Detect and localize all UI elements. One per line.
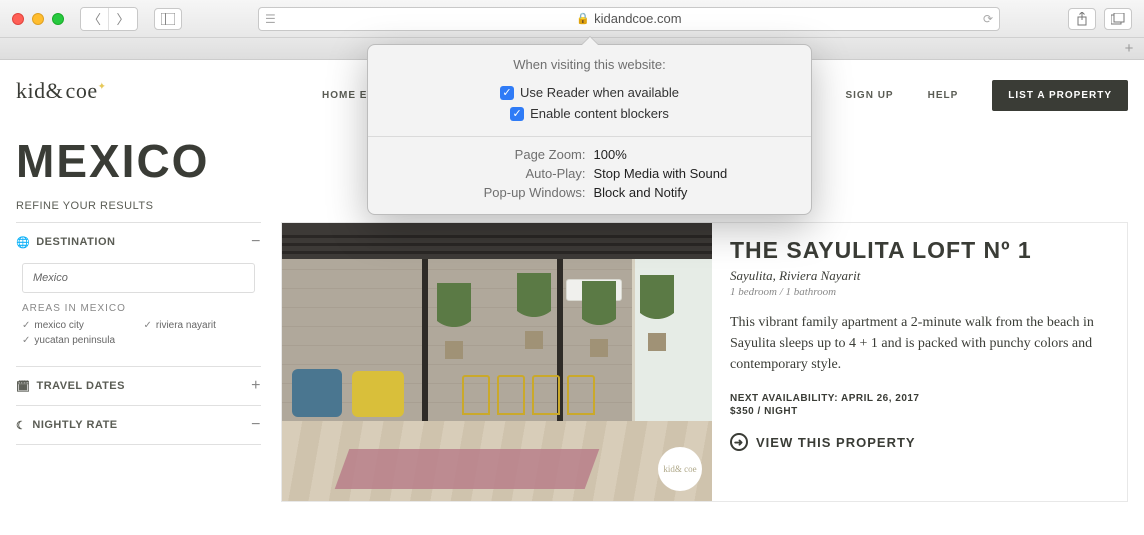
areas-label: AREAS IN MEXICO [22,303,261,314]
lock-icon: 🔒 [576,12,590,25]
autoplay-value[interactable]: Stop Media with Sound [594,166,792,181]
reader-checkbox-row[interactable]: ✓ Use Reader when available [368,82,811,103]
collapse-icon[interactable]: − [251,233,261,251]
toolbar-right [1068,8,1132,30]
sidebar-icon [161,13,175,25]
refine-label: REFINE YOUR RESULTS [16,200,153,212]
popup-label: Pop-up Windows: [388,185,586,200]
property-body: THE SAYULITA LOFT Nº 1 Sayulita, Riviera… [712,223,1127,501]
property-location: Sayulita, Riviera Nayarit [730,268,1109,284]
area-checkbox[interactable]: ✓yucatan peninsula [22,335,134,346]
blockers-checkbox-label: Enable content blockers [530,106,669,121]
website-settings-popover: When visiting this website: ✓ Use Reader… [367,44,812,215]
globe-icon: 🌐 [16,236,30,249]
property-title: THE SAYULITA LOFT Nº 1 [730,237,1109,264]
share-icon [1076,12,1088,26]
address-bar[interactable]: ☰ 🔒 kidandcoe.com ⟳ [258,7,1000,31]
arrow-circle-icon: ➜ [730,433,748,451]
forward-button[interactable]: 〉 [109,8,137,30]
sidebar-toggle-button[interactable] [154,8,182,30]
filter-travel-dates-header[interactable]: 🗓 TRAVEL DATES + [16,377,261,395]
filter-travel-dates: 🗓 TRAVEL DATES + [16,366,261,405]
close-window-button[interactable] [12,13,24,25]
url-text: kidandcoe.com [594,11,681,26]
property-description: This vibrant family apartment a 2-minute… [730,312,1109,375]
popup-value[interactable]: Block and Notify [594,185,792,200]
moon-icon: ☾ [16,419,26,432]
zoom-label: Page Zoom: [388,147,586,162]
autoplay-label: Auto-Play: [388,166,586,181]
checkbox-checked-icon[interactable]: ✓ [500,86,514,100]
tabs-button[interactable] [1104,8,1132,30]
popover-settings-grid: Page Zoom: 100% Auto-Play: Stop Media wi… [368,137,811,214]
filter-destination: 🌐 DESTINATION − Mexico AREAS IN MEXICO ✓… [16,222,261,366]
areas-grid: ✓mexico city ✓riviera nayarit ✓yucatan p… [22,320,255,346]
share-button[interactable] [1068,8,1096,30]
new-tab-button[interactable]: + [1120,40,1138,58]
property-card[interactable]: kid& coe THE SAYULITA LOFT Nº 1 Sayulita… [281,222,1128,502]
window-controls [12,13,64,25]
property-image: kid& coe [282,223,712,501]
calendar-icon: 🗓 [16,380,30,393]
reader-icon[interactable]: ☰ [265,12,276,26]
blockers-checkbox-row[interactable]: ✓ Enable content blockers [368,103,811,124]
list-property-button[interactable]: LIST A PROPERTY [992,80,1128,111]
fullscreen-window-button[interactable] [52,13,64,25]
reader-checkbox-label: Use Reader when available [520,85,679,100]
filter-destination-header[interactable]: 🌐 DESTINATION − [16,233,261,251]
destination-input[interactable]: Mexico [22,263,255,293]
check-icon: ✓ [22,335,30,346]
property-rooms: 1 bedroom / 1 bathroom [730,286,1109,298]
nav-sign-up[interactable]: SIGN UP [845,90,893,101]
area-checkbox[interactable]: ✓mexico city [22,320,134,331]
expand-icon[interactable]: + [251,377,261,395]
collapse-icon[interactable]: − [251,416,261,434]
view-property-link[interactable]: ➜ VIEW THIS PROPERTY [730,433,1109,451]
check-icon: ✓ [22,320,30,331]
browser-toolbar: 〈 〉 ☰ 🔒 kidandcoe.com ⟳ [0,0,1144,38]
nav-back-forward: 〈 〉 [80,7,138,31]
check-icon: ✓ [144,320,152,331]
area-checkbox[interactable]: ✓riviera nayarit [144,320,256,331]
back-button[interactable]: 〈 [81,8,109,30]
filter-nightly-rate: ☾ NIGHTLY RATE − [16,405,261,445]
nav-help[interactable]: HELP [928,90,959,101]
checkbox-checked-icon[interactable]: ✓ [510,107,524,121]
filter-nightly-rate-header[interactable]: ☾ NIGHTLY RATE − [16,416,261,434]
zoom-value[interactable]: 100% [594,147,792,162]
popover-title: When visiting this website: [368,45,811,82]
tabs-icon [1111,13,1125,25]
property-price: $350 / NIGHT [730,406,1109,417]
property-availability: NEXT AVAILABILITY: APRIL 26, 2017 [730,393,1109,404]
brand-badge: kid& coe [658,447,702,491]
minimize-window-button[interactable] [32,13,44,25]
reload-icon[interactable]: ⟳ [983,12,993,26]
filters-sidebar: 🌐 DESTINATION − Mexico AREAS IN MEXICO ✓… [16,222,261,502]
